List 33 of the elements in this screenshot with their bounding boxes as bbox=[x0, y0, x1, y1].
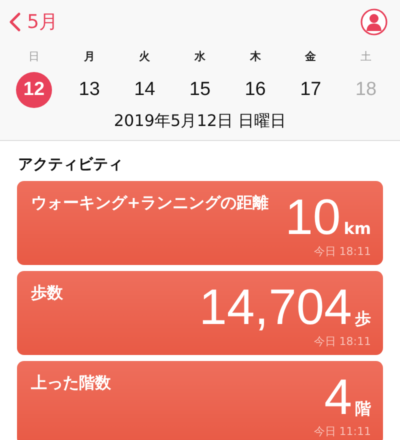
metric-unit: km bbox=[344, 219, 371, 238]
weekday-label: 水 bbox=[194, 49, 206, 64]
date-button[interactable]: 13 bbox=[71, 72, 108, 108]
date-button[interactable]: 16 bbox=[237, 72, 274, 108]
timestamp: 今日 11:11 bbox=[314, 424, 371, 439]
date-button[interactable]: 17 bbox=[292, 72, 329, 108]
selected-date: 2019年5月12日 日曜日 bbox=[112, 111, 288, 132]
section-title: アクティビティ bbox=[17, 154, 124, 175]
card-title: ウォーキング+ランニングの距離 bbox=[31, 192, 268, 214]
metric-value: 14,704 bbox=[199, 282, 352, 332]
profile-icon[interactable] bbox=[360, 8, 388, 36]
activity-card[interactable]: 上った階数 4 階 今日 11:11 bbox=[17, 361, 383, 440]
weekday-label: 土 bbox=[360, 49, 372, 64]
metric-value: 10 bbox=[285, 192, 341, 242]
weekday-label: 金 bbox=[305, 49, 316, 64]
back-button[interactable]: 5月 bbox=[9, 9, 58, 35]
date-button[interactable]: 15 bbox=[182, 72, 218, 108]
activity-card[interactable]: 歩数 14,704 歩 今日 18:11 bbox=[17, 271, 383, 355]
metric-value: 4 bbox=[324, 372, 352, 422]
weekday-label: 火 bbox=[139, 49, 150, 64]
weekday-label: 日 bbox=[28, 49, 40, 64]
metric-unit: 歩 bbox=[355, 309, 371, 330]
date-button[interactable]: 14 bbox=[126, 72, 163, 108]
date-button[interactable]: 12 bbox=[16, 72, 52, 108]
card-title: 上った階数 bbox=[31, 372, 111, 394]
card-title: 歩数 bbox=[31, 282, 63, 304]
weekday-label: 月 bbox=[84, 49, 95, 64]
activity-card[interactable]: ウォーキング+ランニングの距離 10 km 今日 18:11 bbox=[17, 181, 383, 265]
metric-unit: 階 bbox=[355, 399, 371, 420]
weekday-label: 木 bbox=[250, 49, 261, 64]
back-chevron-icon bbox=[9, 12, 21, 32]
timestamp: 今日 18:11 bbox=[314, 334, 371, 349]
timestamp: 今日 18:11 bbox=[314, 244, 371, 259]
